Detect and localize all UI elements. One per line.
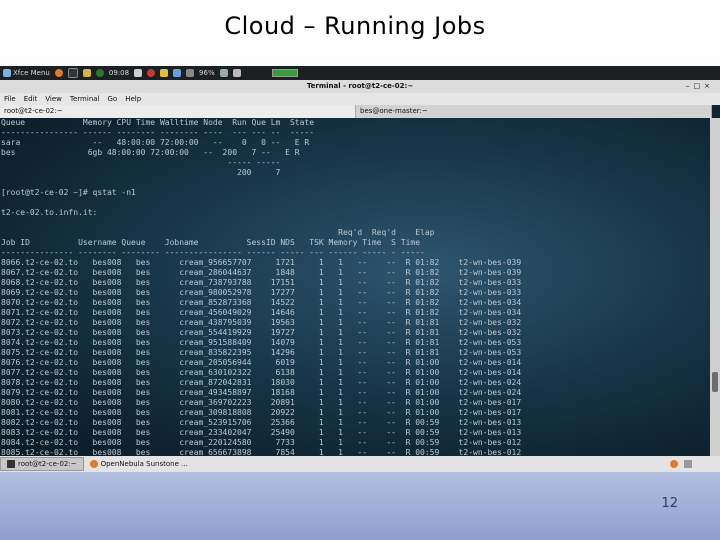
queue-table: Queue Memory CPU Time Walltime Node Run …: [1, 118, 315, 177]
bottom-taskbar: root@t2-ce-02:~ OpenNebula Sunstone ...: [0, 456, 720, 472]
terminal-scrollbar[interactable]: [710, 118, 720, 456]
job-row: 8073.t2-ce-02.to bes008 bes cream_554419…: [1, 328, 522, 337]
job-row: 8069.t2-ce-02.to bes008 bes cream_980052…: [1, 288, 522, 297]
job-row: 8077.t2-ce-02.to bes008 bes cream_630102…: [1, 368, 522, 377]
job-row: 8083.t2-ce-02.to bes008 bes cream_233402…: [1, 428, 522, 437]
job-row: 8072.t2-ce-02.to bes008 bes cream_438795…: [1, 318, 522, 327]
task-browser[interactable]: OpenNebula Sunstone ...: [84, 457, 194, 471]
menu-view[interactable]: View: [45, 95, 62, 103]
job-row: 8082.t2-ce-02.to bes008 bes cream_523915…: [1, 418, 522, 427]
job-row: 8085.t2-ce-02.to bes008 bes cream_656673…: [1, 448, 522, 456]
display-icon[interactable]: [219, 69, 228, 77]
terminal-tabs: root@t2-ce-02:~ bes@one-master:~: [0, 105, 712, 118]
trash-icon[interactable]: [684, 460, 692, 468]
xfce-menu-label: Xfce Menu: [13, 69, 50, 77]
terminal-output[interactable]: Queue Memory CPU Time Walltime Node Run …: [0, 118, 710, 456]
window-title: Terminal - root@t2-ce-02:~: [306, 82, 414, 90]
window-controls: –□×: [686, 80, 714, 93]
scrollbar-thumb[interactable]: [712, 372, 718, 392]
task-browser-label: OpenNebula Sunstone ...: [100, 460, 188, 468]
job-row: 8084.t2-ce-02.to bes008 bes cream_220124…: [1, 438, 522, 447]
menu-help[interactable]: Help: [125, 95, 141, 103]
job-row: 8075.t2-ce-02.to bes008 bes cream_835822…: [1, 348, 522, 357]
host-line: t2-ce-02.to.infn.it:: [1, 208, 98, 217]
job-row: 8076.t2-ce-02.to bes008 bes cream_205056…: [1, 358, 522, 367]
job-row: 8074.t2-ce-02.to bes008 bes cream_951588…: [1, 338, 522, 347]
slide-number: 12: [661, 496, 678, 511]
tab-bes-one-master[interactable]: bes@one-master:~: [356, 105, 712, 118]
tab-root-ce[interactable]: root@t2-ce-02:~: [0, 105, 356, 118]
close-icon[interactable]: ×: [704, 82, 714, 90]
job-row: 8067.t2-ce-02.to bes008 bes cream_286044…: [1, 268, 522, 277]
job-row: 8081.t2-ce-02.to bes008 bes cream_309818…: [1, 408, 522, 417]
job-row: 8078.t2-ce-02.to bes008 bes cream_872042…: [1, 378, 522, 387]
firefox-tray-icon[interactable]: [670, 460, 678, 468]
terminal-icon: [7, 460, 15, 468]
command-prompt: [root@t2-ce-02 ~]# qstat -n1: [1, 188, 136, 197]
job-row: 8068.t2-ce-02.to bes008 bes cream_738793…: [1, 278, 522, 287]
menu-go[interactable]: Go: [108, 95, 118, 103]
job-row: 8066.t2-ce-02.to bes008 bes cream_956657…: [1, 258, 522, 267]
desktop-screenshot: Xfce Menu 09:08 96% Terminal - root@t2-c…: [0, 66, 720, 472]
task-terminal-label: root@t2-ce-02:~: [18, 460, 77, 468]
job-row: 8080.t2-ce-02.to bes008 bes cream_369702…: [1, 398, 522, 407]
battery-label: 96%: [199, 69, 215, 77]
firefox-icon[interactable]: [54, 69, 63, 77]
xfce-menu-button[interactable]: Xfce Menu: [3, 69, 50, 77]
menu-file[interactable]: File: [4, 95, 16, 103]
update-icon[interactable]: [160, 69, 169, 77]
xfce-mouse-icon: [3, 69, 11, 77]
jobs-header: Req'd Req'd Elap Job ID Username Queue J…: [1, 228, 435, 257]
job-row: 8070.t2-ce-02.to bes008 bes cream_852873…: [1, 298, 522, 307]
terminal-icon[interactable]: [67, 68, 78, 78]
minimize-icon[interactable]: –: [686, 82, 694, 90]
job-row: 8079.t2-ce-02.to bes008 bes cream_493458…: [1, 388, 522, 397]
network-icon[interactable]: [173, 69, 182, 77]
firefox-icon: [89, 460, 98, 468]
chat-icon[interactable]: [134, 69, 143, 77]
job-row: 8071.t2-ce-02.to bes008 bes cream_456049…: [1, 308, 522, 317]
slide-title: Cloud – Running Jobs: [224, 12, 486, 40]
system-tray: [670, 460, 692, 468]
blank-line: [0, 218, 710, 228]
menu-terminal[interactable]: Terminal: [70, 95, 100, 103]
task-terminal[interactable]: root@t2-ce-02:~: [0, 457, 84, 471]
battery-icon: [186, 69, 195, 77]
blank-line: [0, 198, 710, 208]
settings-icon[interactable]: [147, 69, 156, 77]
xfce-top-panel: Xfce Menu 09:08 96%: [0, 66, 720, 80]
terminal-menubar: File Edit View Terminal Go Help: [0, 93, 720, 105]
jobs-list: 8066.t2-ce-02.to bes008 bes cream_956657…: [0, 258, 710, 456]
power-icon[interactable]: [95, 69, 104, 77]
maximize-icon[interactable]: □: [694, 82, 705, 90]
blank-line: [0, 178, 710, 188]
menu-edit[interactable]: Edit: [24, 95, 38, 103]
user-icon[interactable]: [232, 69, 241, 77]
file-manager-icon[interactable]: [82, 69, 91, 77]
workspace-indicator[interactable]: [271, 69, 298, 77]
window-titlebar[interactable]: Terminal - root@t2-ce-02:~ –□×: [0, 80, 720, 93]
clock: 09:08: [108, 69, 130, 77]
